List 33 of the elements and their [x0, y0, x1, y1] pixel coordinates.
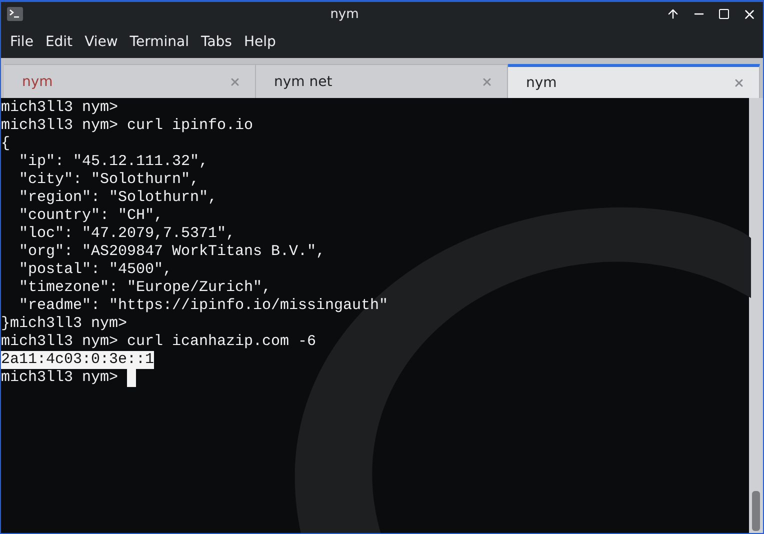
- terminal-line: mich3ll3 nym> curl icanhazip.com -6: [1, 333, 316, 351]
- keep-above-icon[interactable]: [666, 7, 680, 21]
- terminal-line: "org": "AS209847 WorkTitans B.V.",: [18, 243, 326, 261]
- tab-label: nym: [22, 74, 54, 90]
- terminal-line: "postal": "4500",: [18, 261, 172, 279]
- terminal-line: }mich3ll3 nym>: [1, 315, 128, 333]
- window-title: nym: [329, 6, 360, 22]
- menu-item[interactable]: File: [4, 34, 40, 50]
- terminal-line: "loc": "47.2079,7.5371",: [18, 225, 236, 243]
- terminal-line: "country": "CH",: [18, 207, 164, 225]
- tab-label: nym net: [274, 74, 334, 90]
- terminal-line: "timezone": "Europe/Zurich",: [18, 279, 272, 297]
- terminal-line: "region": "Solothurn",: [18, 189, 218, 207]
- terminal-line: "ip": "45.12.111.32",: [18, 153, 208, 171]
- terminal-line: mich3ll3 nym> curl ipinfo.io: [1, 117, 254, 135]
- tab[interactable]: nym: [508, 64, 760, 98]
- tab-label: nym: [526, 74, 558, 90]
- terminal-line: mich3ll3 nym>: [1, 369, 118, 387]
- terminal-line: "city": "Solothurn",: [18, 171, 200, 189]
- scrollbar[interactable]: [749, 98, 763, 533]
- terminal-line: mich3ll3 nym>: [1, 99, 118, 117]
- terminal-line: {: [1, 135, 10, 153]
- menu-item[interactable]: Help: [238, 34, 282, 50]
- menu-item[interactable]: Tabs: [194, 34, 238, 50]
- menu-item[interactable]: Terminal: [124, 34, 195, 50]
- tab[interactable]: nym net: [256, 64, 508, 98]
- terminal-icon: [7, 7, 23, 21]
- maximize-icon[interactable]: [718, 8, 730, 20]
- scrollbar-thumb[interactable]: [752, 491, 760, 531]
- menu-item[interactable]: View: [78, 34, 124, 50]
- menu-item[interactable]: Edit: [39, 34, 79, 50]
- tab[interactable]: nym: [4, 64, 256, 98]
- terminal-line: "readme": "https://ipinfo.io/missingauth": [18, 297, 388, 315]
